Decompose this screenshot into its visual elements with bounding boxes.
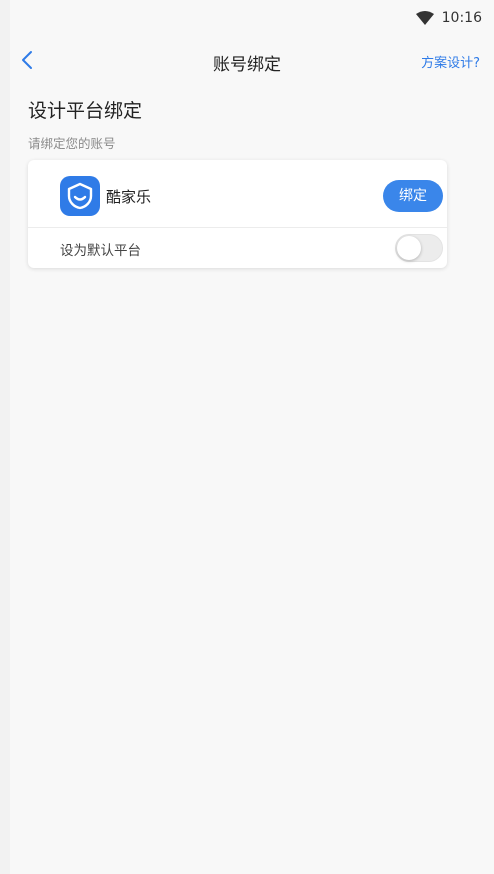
bind-button[interactable]: 绑定 xyxy=(383,180,443,212)
default-platform-row: 设为默认平台 xyxy=(28,228,447,268)
platform-name: 酷家乐 xyxy=(106,188,152,206)
section-title: 设计平台绑定 xyxy=(28,100,143,122)
page-title: 账号绑定 xyxy=(213,55,281,75)
default-platform-label: 设为默认平台 xyxy=(60,243,141,259)
platform-logo xyxy=(60,176,100,216)
status-right: 10:16 xyxy=(415,10,482,26)
wifi-icon xyxy=(415,11,434,25)
default-platform-toggle[interactable] xyxy=(395,234,443,262)
toggle-knob xyxy=(397,236,421,260)
status-bar: 10:16 xyxy=(0,0,494,38)
nav-bar: 账号绑定 方案设计? xyxy=(0,38,494,82)
shield-smile-icon xyxy=(67,182,93,210)
screen: 10:16 账号绑定 方案设计? 设计平台绑定 请绑定您的账号 酷家乐 绑定 设… xyxy=(0,0,494,874)
section-subtitle: 请绑定您的账号 xyxy=(28,136,116,151)
platform-card: 酷家乐 绑定 设为默认平台 xyxy=(28,160,447,268)
clock: 10:16 xyxy=(441,10,482,26)
platform-row: 酷家乐 绑定 xyxy=(28,160,447,228)
left-edge-shadow xyxy=(0,0,10,874)
plan-design-help-link[interactable]: 方案设计? xyxy=(421,52,480,71)
